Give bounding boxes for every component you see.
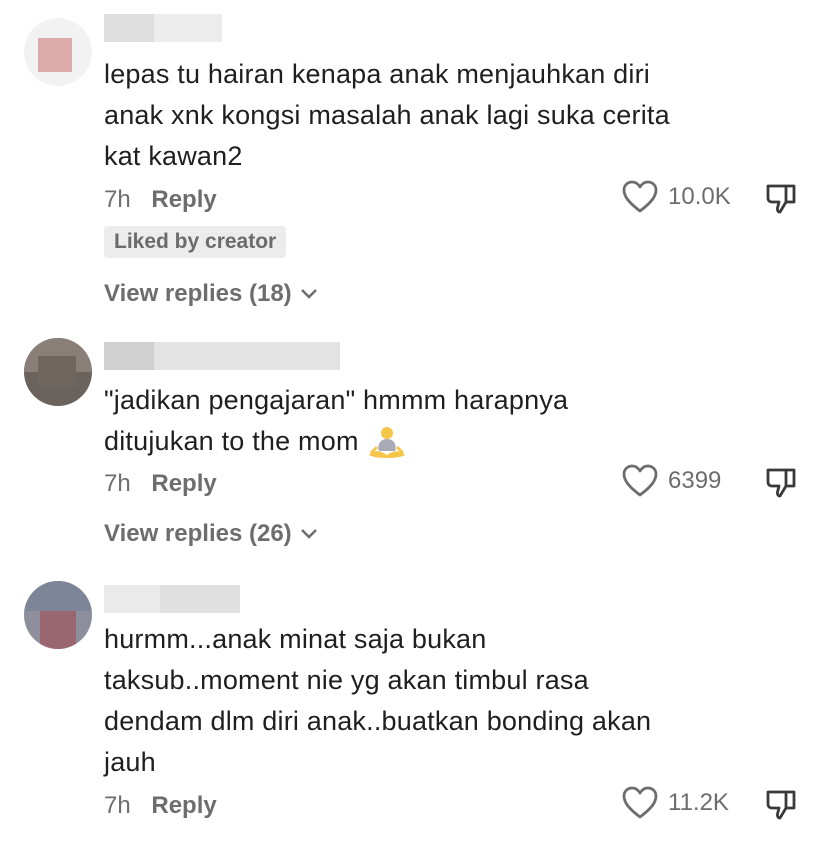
comment-meta: 7h Reply bbox=[104, 470, 217, 498]
heart-icon bbox=[622, 180, 658, 213]
chevron-down-icon bbox=[300, 289, 317, 299]
comment-item: hurmm...anak minat saja bukan taksub..mo… bbox=[0, 575, 828, 841]
like-count: 10.0K bbox=[668, 183, 731, 210]
username-redacted[interactable] bbox=[104, 585, 240, 613]
comment-text: hurmm...anak minat saja bukan taksub..mo… bbox=[104, 624, 652, 777]
comment-item: lepas tu hairan kenapa anak menjauhkan d… bbox=[0, 0, 828, 320]
thumbs-down-icon[interactable] bbox=[764, 182, 798, 216]
heart-icon bbox=[622, 786, 658, 819]
comment-meta: 7h Reply bbox=[104, 792, 217, 820]
reply-button[interactable]: Reply bbox=[151, 470, 216, 497]
view-replies-label: View replies (26) bbox=[104, 520, 292, 547]
liked-by-creator-badge: Liked by creator bbox=[104, 226, 287, 258]
avatar[interactable] bbox=[24, 581, 92, 649]
username-redacted[interactable] bbox=[104, 342, 340, 370]
comment-text: "jadikan pengajaran" hmmm harapnya dituj… bbox=[104, 380, 744, 462]
view-replies-label: View replies (18) bbox=[104, 280, 292, 307]
like-count: 11.2K bbox=[668, 789, 729, 816]
reply-button[interactable]: Reply bbox=[151, 792, 216, 819]
reply-button[interactable]: Reply bbox=[151, 186, 216, 213]
timestamp: 7h bbox=[104, 470, 131, 497]
comment-text: lepas tu hairan kenapa anak menjauhkan d… bbox=[104, 59, 670, 171]
like-button[interactable]: 6399 bbox=[622, 464, 721, 498]
like-count: 6399 bbox=[668, 467, 722, 494]
view-replies-button[interactable]: View replies (26) bbox=[104, 520, 318, 548]
username-redacted[interactable] bbox=[104, 14, 222, 42]
comment-item: "jadikan pengajaran" hmmm harapnya dituj… bbox=[0, 330, 828, 560]
like-button[interactable]: 11.2K bbox=[622, 786, 729, 820]
person-in-lotus-position-emoji bbox=[368, 426, 405, 458]
chevron-down-icon bbox=[300, 529, 317, 539]
thumbs-down-icon[interactable] bbox=[764, 788, 798, 822]
view-replies-button[interactable]: View replies (18) bbox=[104, 280, 318, 308]
timestamp: 7h bbox=[104, 792, 131, 819]
comment-meta: 7h Reply bbox=[104, 186, 217, 214]
thumbs-down-icon[interactable] bbox=[764, 466, 798, 500]
timestamp: 7h bbox=[104, 186, 131, 213]
like-button[interactable]: 10.0K bbox=[622, 180, 731, 214]
avatar[interactable] bbox=[24, 338, 92, 406]
heart-icon bbox=[622, 464, 658, 497]
avatar[interactable] bbox=[24, 18, 92, 86]
